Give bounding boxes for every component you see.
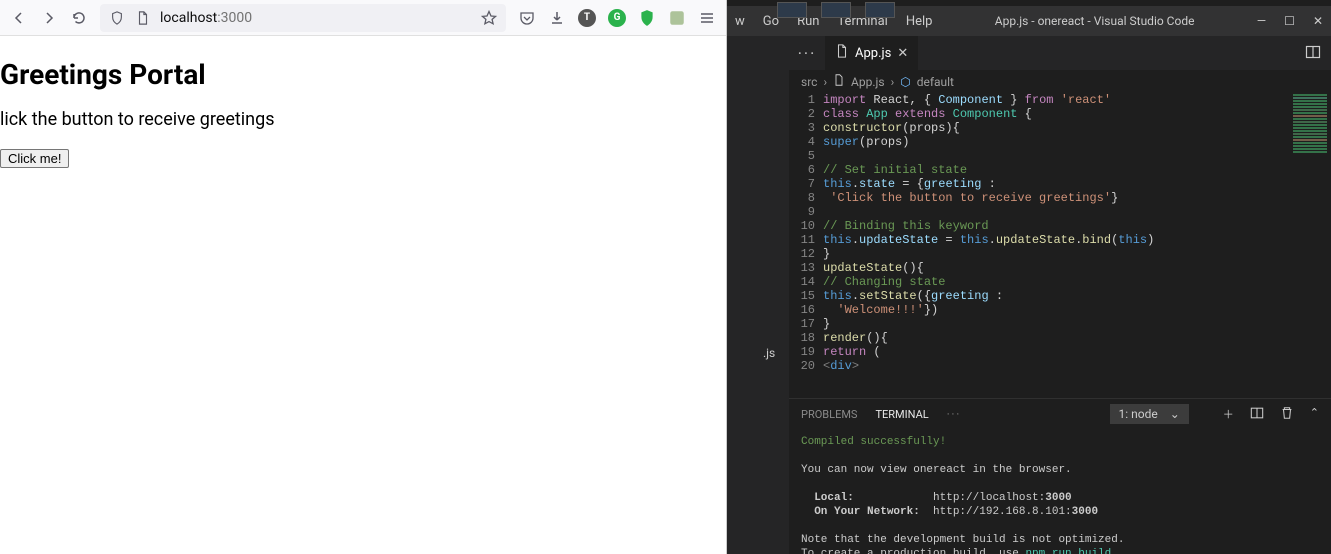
hamburger-icon[interactable] xyxy=(698,9,716,27)
close-window-icon[interactable]: ✕ xyxy=(1313,14,1323,28)
address-bar[interactable]: localhost:3000 xyxy=(100,4,506,32)
panel-tab-terminal[interactable]: TERMINAL xyxy=(875,408,928,421)
tab-label: App.js xyxy=(855,46,891,61)
editor-group: ··· App.js ✕ src › App.js › ⬡ xyxy=(789,36,1331,554)
click-me-button[interactable]: Click me! xyxy=(0,149,69,168)
breadcrumb-folder[interactable]: src xyxy=(801,75,817,89)
vscode-window: w Go Run Terminal Help App.js - onereact… xyxy=(727,0,1331,554)
extension-badge-g[interactable]: G xyxy=(608,9,626,27)
code-lines[interactable]: import React, { Component } from 'react'… xyxy=(823,93,1331,398)
window-title: App.js - onereact - Visual Studio Code xyxy=(950,14,1238,28)
code-editor[interactable]: 1234567891011121314151617181920 import R… xyxy=(789,93,1331,398)
taskbar-thumbnails xyxy=(777,0,895,20)
page-paragraph: lick the button to receive greetings xyxy=(0,109,726,130)
split-terminal-icon[interactable] xyxy=(1250,406,1264,423)
panel-tab-problems[interactable]: PROBLEMS xyxy=(801,408,857,421)
download-icon[interactable] xyxy=(548,9,566,27)
reload-icon[interactable] xyxy=(70,9,88,27)
new-terminal-icon[interactable]: ＋ xyxy=(1223,406,1234,423)
terminal-panel: PROBLEMS TERMINAL ··· 1: node ＋ ⌃ Compil… xyxy=(789,398,1331,554)
tabstrip: ··· App.js ✕ xyxy=(789,36,1331,70)
kill-terminal-icon[interactable] xyxy=(1280,406,1294,423)
file-icon xyxy=(835,44,849,62)
page-content: Greetings Portal lick the button to rece… xyxy=(0,36,726,554)
window-controls: — ☐ ✕ xyxy=(1257,14,1323,28)
panel-tab-more-icon[interactable]: ··· xyxy=(947,408,962,421)
minimize-icon[interactable]: — xyxy=(1257,14,1266,28)
breadcrumbs[interactable]: src › App.js › ⬡ default xyxy=(789,70,1331,93)
toolbar-actions: T G xyxy=(518,9,716,27)
browser-window: localhost:3000 T G xyxy=(0,0,727,554)
symbol-icon: ⬡ xyxy=(900,75,910,89)
minimap[interactable] xyxy=(1289,93,1331,398)
file-icon xyxy=(833,74,845,89)
extension-badge-t[interactable]: T xyxy=(578,9,596,27)
breadcrumb-file[interactable]: App.js xyxy=(851,75,885,89)
menu-view[interactable]: w xyxy=(735,14,745,29)
menu-help[interactable]: Help xyxy=(906,14,933,29)
line-gutter: 1234567891011121314151617181920 xyxy=(789,93,823,398)
tab-app-js[interactable]: App.js ✕ xyxy=(825,36,918,70)
sidebar-file[interactable]: .js xyxy=(727,36,789,360)
forward-icon[interactable] xyxy=(40,9,58,27)
browser-toolbar: localhost:3000 T G xyxy=(0,0,726,36)
shield-icon[interactable] xyxy=(108,9,126,27)
maximize-icon[interactable]: ☐ xyxy=(1284,14,1295,28)
split-editor-icon[interactable] xyxy=(1295,44,1331,63)
panel-tabs: PROBLEMS TERMINAL ··· 1: node ＋ ⌃ xyxy=(789,399,1331,429)
terminal-body[interactable]: Compiled successfully! You can now view … xyxy=(789,429,1331,554)
sidebar: .js xyxy=(727,36,789,554)
close-tab-icon[interactable]: ✕ xyxy=(897,46,908,61)
extension-shield-icon[interactable] xyxy=(638,9,656,27)
extension-puzzle-icon[interactable] xyxy=(668,9,686,27)
pocket-icon[interactable] xyxy=(518,9,536,27)
breadcrumb-symbol[interactable]: default xyxy=(917,75,954,89)
maximize-panel-icon[interactable]: ⌃ xyxy=(1310,406,1319,423)
url-text: localhost:3000 xyxy=(160,10,252,26)
bookmark-star-icon[interactable] xyxy=(480,9,498,27)
page-heading: Greetings Portal xyxy=(0,58,726,91)
back-icon[interactable] xyxy=(10,9,28,27)
terminal-select[interactable]: 1: node xyxy=(1110,404,1189,424)
tab-overflow-icon[interactable]: ··· xyxy=(789,44,825,63)
file-icon xyxy=(134,9,152,27)
